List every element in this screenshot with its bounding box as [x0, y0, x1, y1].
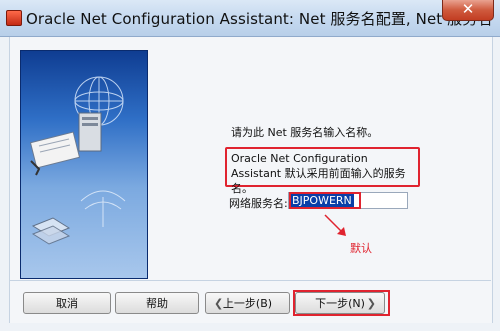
network-illustration-icon: [29, 76, 126, 245]
window-title: Oracle Net Configuration Assistant: Net …: [26, 10, 493, 28]
back-button[interactable]: ❮ 上一步(B): [205, 292, 290, 314]
close-button[interactable]: ✕: [442, 0, 494, 21]
dialog-window: Oracle Net Configuration Assistant: Net …: [0, 0, 500, 331]
service-name-label: 网络服务名:: [229, 197, 288, 210]
cancel-button[interactable]: 取消: [23, 292, 111, 314]
footer-divider: [9, 280, 491, 281]
annotation-arrow-icon: [324, 214, 346, 236]
next-highlight-box: [293, 290, 390, 316]
default-annotation: 默认: [350, 242, 372, 255]
title-bar: Oracle Net Configuration Assistant: Net …: [0, 0, 500, 37]
default-info-text: Oracle Net Configuration Assistant 默认采用前…: [231, 152, 406, 195]
wizard-illustration: [20, 50, 148, 279]
app-icon: [6, 10, 22, 26]
input-highlight-box: [289, 192, 361, 209]
service-name-prompt: 请为此 Net 服务名输入名称。: [231, 126, 379, 139]
help-button[interactable]: 帮助: [115, 292, 199, 314]
back-button-label: 上一步(B): [222, 297, 273, 310]
chevron-left-icon: ❮: [214, 297, 224, 310]
